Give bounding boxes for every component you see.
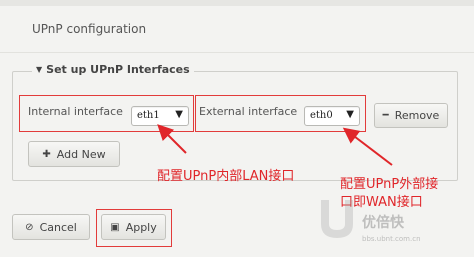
cancel-button[interactable]: ⊘ Cancel (12, 214, 90, 240)
watermark-text: 优倍快 (362, 215, 404, 231)
cancel-circle-icon: ⊘ (25, 221, 34, 233)
internal-arrow (157, 124, 187, 154)
save-icon: ▣ (110, 221, 120, 233)
apply-button-label: Apply (125, 220, 157, 234)
watermark-logo-icon (321, 200, 353, 238)
cancel-button-label: Cancel (39, 220, 77, 234)
external-arrow (342, 127, 393, 166)
external-annotation-line1: 配置UPnP外部接 (340, 177, 439, 192)
watermark-sub: bbs.ubnt.com.cn (362, 235, 421, 243)
internal-annotation: 配置UPnP内部LAN接口 (157, 169, 295, 184)
apply-button[interactable]: ▣ Apply (101, 214, 166, 240)
